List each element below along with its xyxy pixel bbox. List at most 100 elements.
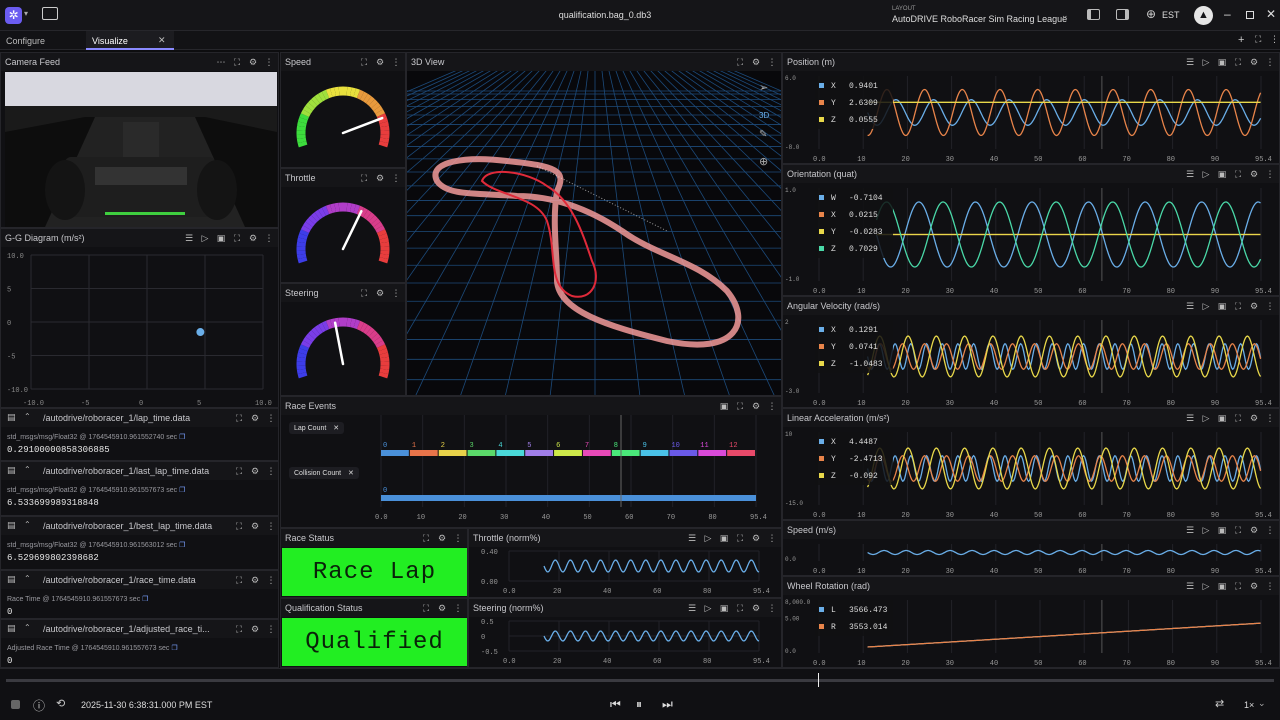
chevron-icon[interactable]: ⌃ xyxy=(24,412,31,421)
expand-icon[interactable]: ⛶ xyxy=(735,533,745,544)
menu-icon[interactable]: ⋮ xyxy=(1265,525,1275,536)
settings-icon[interactable]: ⚙ xyxy=(437,533,447,544)
settings-icon[interactable]: ⚙ xyxy=(751,57,761,68)
drag-icon[interactable]: ⋯ xyxy=(216,57,226,68)
timeline-scrubber[interactable] xyxy=(817,673,819,687)
speed-chevron-icon[interactable]: ⌄ xyxy=(1258,698,1266,709)
list-icon[interactable]: ☰ xyxy=(184,233,194,244)
expand-icon[interactable]: ⛶ xyxy=(1233,525,1243,536)
expand-icon[interactable]: ⛶ xyxy=(735,401,745,412)
expand-icon[interactable]: ⛶ xyxy=(234,413,244,424)
expand-icon[interactable]: ⛶ xyxy=(234,466,244,477)
timeline-track[interactable] xyxy=(6,679,1274,682)
save-icon[interactable]: ▣ xyxy=(719,603,729,614)
settings-icon[interactable]: ⚙ xyxy=(751,603,761,614)
layout-selector[interactable]: AutoDRIVE RoboRacer Sim Racing League xyxy=(892,14,1067,24)
save-icon[interactable]: ▣ xyxy=(719,533,729,544)
collision-count-chip[interactable]: Collision Count ✕ xyxy=(289,467,359,479)
playback-timestamp[interactable]: 2025-11-30 6:38:31.000 PM EST xyxy=(81,700,212,710)
ruler-icon[interactable]: ✎ xyxy=(759,129,767,140)
expand-icon[interactable]: ⛶ xyxy=(1233,581,1243,592)
minimize-icon[interactable]: – xyxy=(1224,7,1231,21)
tab-configure[interactable]: Configure xyxy=(6,36,45,46)
expand-icon[interactable]: ⛶ xyxy=(234,521,244,532)
menu-icon[interactable]: ⋮ xyxy=(1265,169,1275,180)
chevron-icon[interactable]: ⌃ xyxy=(24,465,31,474)
menu-icon[interactable]: ⋮ xyxy=(266,624,276,635)
expand-icon[interactable]: ⛶ xyxy=(735,603,745,614)
right-sidebar-toggle-icon[interactable] xyxy=(1116,9,1129,20)
settings-icon[interactable]: ⚙ xyxy=(437,603,447,614)
expand-icon[interactable]: ⛶ xyxy=(421,533,431,544)
select-tool-icon[interactable]: ➢ xyxy=(759,81,768,94)
timezone-label[interactable]: EST xyxy=(1162,10,1180,20)
play-icon[interactable]: ▷ xyxy=(1201,57,1211,68)
chevron-icon[interactable]: ⌃ xyxy=(24,574,31,583)
list-icon[interactable]: ☰ xyxy=(1185,301,1195,312)
list-icon[interactable]: ☰ xyxy=(1185,413,1195,424)
list-icon[interactable]: ☰ xyxy=(1185,57,1195,68)
expand-icon[interactable]: ⛶ xyxy=(234,575,244,586)
menu-icon[interactable]: ⋮ xyxy=(767,603,777,614)
view-mode-toggle[interactable]: 3D xyxy=(759,111,769,120)
loop-icon[interactable]: ⟲ xyxy=(56,697,65,710)
save-icon[interactable]: ▣ xyxy=(216,233,226,244)
add-tab-icon[interactable]: + xyxy=(1238,34,1244,46)
close-window-icon[interactable]: ✕ xyxy=(1266,7,1276,21)
expand-icon[interactable]: ⛶ xyxy=(232,233,242,244)
list-icon[interactable]: ☰ xyxy=(1185,581,1195,592)
menu-icon[interactable]: ⋮ xyxy=(1265,57,1275,68)
expand-icon[interactable]: ⛶ xyxy=(234,624,244,635)
settings-icon[interactable]: ⚙ xyxy=(1249,581,1259,592)
settings-icon[interactable]: ⚙ xyxy=(250,466,260,477)
copy-icon[interactable]: ❐ xyxy=(179,487,185,494)
settings-icon[interactable]: ⚙ xyxy=(248,57,258,68)
maximize-icon[interactable] xyxy=(1246,11,1254,19)
menu-icon[interactable]: ⋮ xyxy=(266,521,276,532)
save-icon[interactable]: ▣ xyxy=(1217,169,1227,180)
expand-icon[interactable]: ⛶ xyxy=(359,57,369,68)
play-icon[interactable]: ▷ xyxy=(703,603,713,614)
expand-icon[interactable]: ⛶ xyxy=(359,288,369,299)
settings-icon[interactable]: ⚙ xyxy=(751,533,761,544)
raw-message-topic[interactable]: /autodrive/roboracer_1/last_lap_time.dat… xyxy=(43,466,209,476)
play-icon[interactable]: ▷ xyxy=(1201,169,1211,180)
expand-icon[interactable]: ⛶ xyxy=(1233,169,1243,180)
expand-icon[interactable]: ⛶ xyxy=(421,603,431,614)
playback-speed-selector[interactable]: 1× xyxy=(1244,700,1254,710)
copy-icon[interactable]: ❐ xyxy=(171,645,177,652)
play-icon[interactable]: ▷ xyxy=(200,233,210,244)
settings-icon[interactable]: ⚙ xyxy=(250,624,260,635)
step-back-icon[interactable]: ⏮ xyxy=(610,697,621,712)
remove-icon[interactable]: ✕ xyxy=(333,425,339,432)
settings-icon[interactable]: ⚙ xyxy=(1249,169,1259,180)
chevron-icon[interactable]: ⌃ xyxy=(24,520,31,529)
play-icon[interactable]: ▷ xyxy=(1201,581,1211,592)
raw-message-topic[interactable]: /autodrive/roboracer_1/lap_time.data xyxy=(43,413,190,423)
menu-icon[interactable]: ⋮ xyxy=(391,173,401,184)
settings-icon[interactable]: ⚙ xyxy=(250,413,260,424)
menu-icon[interactable]: ⋮ xyxy=(767,401,777,412)
menu-icon[interactable]: ⋮ xyxy=(1265,581,1275,592)
chevron-icon[interactable]: ⌃ xyxy=(24,623,31,632)
expand-icon[interactable]: ⛶ xyxy=(735,57,745,68)
remove-icon[interactable]: ✕ xyxy=(348,470,354,477)
tab-close-icon[interactable]: ✕ xyxy=(158,35,166,46)
lap-count-chip[interactable]: Lap Count ✕ xyxy=(289,422,345,434)
play-icon[interactable]: ▷ xyxy=(1201,413,1211,424)
raw-message-topic[interactable]: /autodrive/roboracer_1/race_time.data xyxy=(43,575,196,585)
menu-icon[interactable]: ⋮ xyxy=(266,466,276,477)
save-icon[interactable]: ▣ xyxy=(1217,525,1227,536)
save-icon[interactable]: ▣ xyxy=(1217,581,1227,592)
step-forward-icon[interactable]: ⏭ xyxy=(662,697,673,712)
list-icon[interactable]: ☰ xyxy=(1185,169,1195,180)
menu-icon[interactable]: ⋮ xyxy=(767,533,777,544)
save-icon[interactable]: ▣ xyxy=(1217,301,1227,312)
menu-icon[interactable]: ⋮ xyxy=(266,575,276,586)
info-icon[interactable]: ⓘ xyxy=(33,697,45,714)
list-icon[interactable]: ☰ xyxy=(687,603,697,614)
settings-icon[interactable]: ⚙ xyxy=(375,173,385,184)
raw-message-topic[interactable]: /autodrive/roboracer_1/best_lap_time.dat… xyxy=(43,521,212,531)
menu-icon[interactable]: ⋮ xyxy=(266,413,276,424)
crosshair-icon[interactable]: ⊕ xyxy=(759,155,768,168)
